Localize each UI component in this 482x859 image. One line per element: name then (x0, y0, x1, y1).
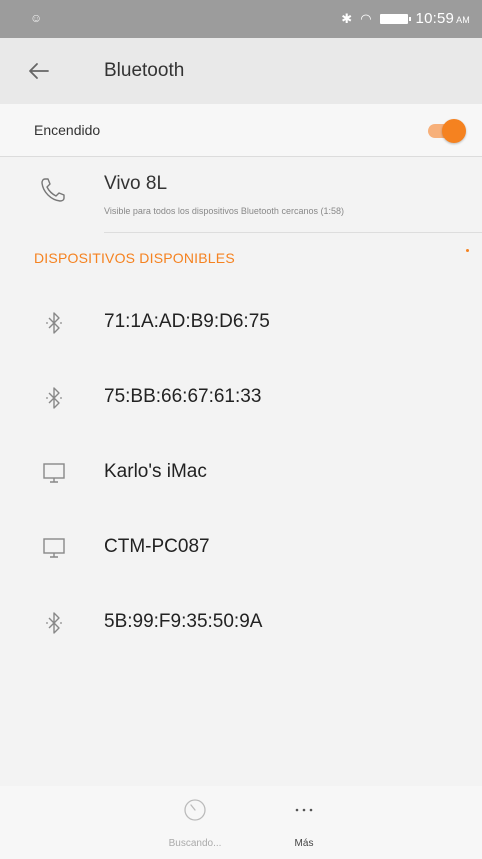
this-device-row[interactable]: Vivo 8L Visible para todos los dispositi… (0, 157, 482, 235)
back-arrow-icon[interactable] (26, 58, 52, 84)
phone-icon (41, 178, 65, 202)
device-label: 5B:99:F9:35:50:9A (104, 611, 263, 632)
device-label: 75:BB:66:67:61:33 (104, 386, 262, 407)
bluetooth-toggle[interactable] (428, 119, 466, 143)
searching-icon (184, 799, 206, 821)
device-item[interactable]: Karlo's iMac (0, 435, 482, 510)
device-item[interactable]: CTM-PC087 (0, 510, 482, 585)
device-name: Vivo 8L (104, 173, 168, 194)
computer-icon (43, 463, 65, 483)
bluetooth-icon (46, 612, 62, 634)
bluetooth-icon (46, 387, 62, 409)
toggle-knob (442, 119, 466, 143)
bluetooth-status-icon: ✱ (341, 10, 353, 26)
more-button-label: Más (294, 838, 314, 849)
status-time: 10:59 AM (415, 10, 470, 27)
notification-icon: ☺ (30, 11, 43, 25)
bluetooth-toggle-row[interactable]: Encendido (0, 104, 482, 157)
bluetooth-icon (46, 312, 62, 334)
device-label: Karlo's iMac (104, 461, 207, 482)
status-icons: ✱ ◠ 10:59 AM (341, 10, 470, 27)
device-label: 71:1A:AD:B9:D6:75 (104, 311, 270, 332)
page-title: Bluetooth (104, 60, 185, 81)
device-label: CTM-PC087 (104, 536, 210, 557)
status-bar: ☺ ✱ ◠ 10:59 AM (0, 0, 482, 38)
device-visibility-text: Visible para todos los dispositivos Blue… (104, 206, 344, 216)
available-devices-list: 71:1A:AD:B9:D6:75 75:BB:66:67:61:33 Karl… (0, 285, 482, 660)
more-button[interactable]: Más (259, 786, 349, 859)
toggle-label: Encendido (34, 122, 101, 138)
device-item[interactable]: 75:BB:66:67:61:33 (0, 360, 482, 435)
device-item[interactable]: 5B:99:F9:35:50:9A (0, 585, 482, 660)
battery-icon (379, 13, 411, 24)
search-button[interactable]: Buscando... (150, 786, 240, 859)
app-bar: Bluetooth (0, 38, 482, 104)
wifi-icon: ◠ (360, 10, 372, 26)
search-button-label: Buscando... (168, 838, 222, 849)
divider (104, 232, 482, 233)
computer-icon (43, 538, 65, 558)
device-item[interactable]: 71:1A:AD:B9:D6:75 (0, 285, 482, 360)
available-devices-header: DISPOSITIVOS DISPONIBLES (34, 250, 235, 266)
bottom-action-bar: Buscando... Más (0, 786, 482, 859)
scanning-indicator (466, 249, 469, 252)
more-dots-icon (295, 808, 313, 812)
